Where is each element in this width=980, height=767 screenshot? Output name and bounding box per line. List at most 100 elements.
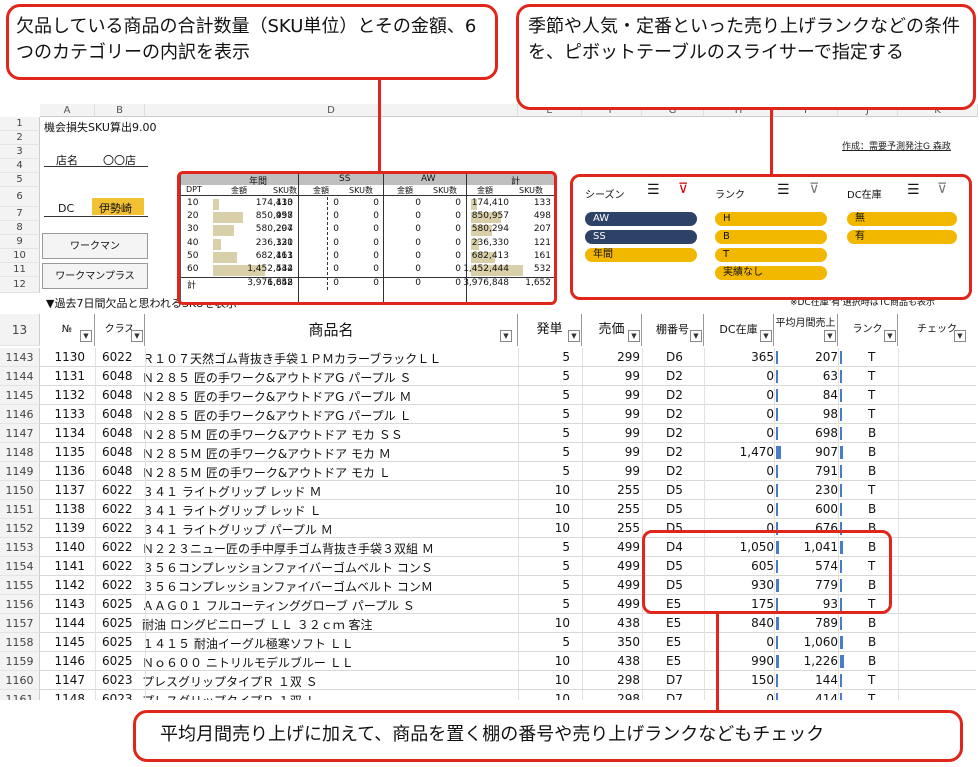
table-row[interactable]: 1133 6048 Ｎ２８５ 匠の手ワーク&アウトドアG パープル Ｌ 5 99 D2 0 9… <box>40 405 976 424</box>
row-number[interactable]: 2 <box>0 131 40 145</box>
row-cell-no: 1146 <box>54 654 85 668</box>
column-header-d[interactable]: D <box>145 104 518 117</box>
row-cell-name: Ｎ２８５Ｍ 匠の手ワーク&アウトドア モカ Ｍ <box>142 447 391 461</box>
row-cell-no: 1140 <box>54 540 85 554</box>
dc-stock-bar <box>776 427 778 440</box>
row-cell-ord: 5 <box>562 445 570 459</box>
filter-dropdown-icon[interactable]: ▼ <box>131 330 143 342</box>
filter-dropdown-icon[interactable]: ▼ <box>568 330 580 342</box>
row-number[interactable]: 7 <box>0 207 40 221</box>
dc-underline <box>44 216 148 217</box>
row-cell-ord: 5 <box>562 369 570 383</box>
row-cell-cls: 6022 <box>102 559 133 573</box>
table-row[interactable]: 1148 6023 プレスグリップタイプＲ １双 Ｌ 10 298 D7 0 414 T <box>40 690 976 700</box>
row-cell-name: プレスグリップタイプＲ １双 Ｓ <box>142 675 318 689</box>
row-number[interactable]: 1145 <box>0 386 40 405</box>
filter-dropdown-icon[interactable]: ▼ <box>80 330 92 342</box>
row-cell-rank: B <box>868 635 877 649</box>
table-row[interactable]: 1131 6048 Ｎ２８５ 匠の手ワーク&アウトドアG パープル Ｓ 5 99 D2 0 6… <box>40 367 976 386</box>
workman-plus-button[interactable]: ワークマンプラス <box>42 263 148 289</box>
table-row[interactable]: 1132 6048 Ｎ２８５ 匠の手ワーク&アウトドアG パープル Ｍ 5 99 D2 0 8… <box>40 386 976 405</box>
row-cell-shelf: D7 <box>666 673 683 687</box>
row-number[interactable]: 1161 <box>0 690 40 700</box>
table-row[interactable]: 1147 6023 プレスグリップタイプＲ １双 Ｓ 10 298 D7 150 144 T <box>40 671 976 690</box>
column-header-b[interactable]: B <box>95 104 145 117</box>
row-number[interactable]: 1146 <box>0 405 40 424</box>
row-cell-no: 1143 <box>54 597 85 611</box>
row-number[interactable]: 1152 <box>0 519 40 538</box>
row-cell-shelf: D2 <box>666 388 683 402</box>
row-number[interactable]: 10 <box>0 249 40 263</box>
avg-sales-bar <box>840 617 843 630</box>
row-number[interactable]: 1160 <box>0 671 40 690</box>
row-number[interactable]: 1147 <box>0 424 40 443</box>
row-cell-no: 1141 <box>54 559 85 573</box>
row-number[interactable]: 1151 <box>0 500 40 519</box>
row-number[interactable]: 12 <box>0 277 40 293</box>
row-number[interactable]: 1158 <box>0 633 40 652</box>
filter-dropdown-icon[interactable]: ▼ <box>500 330 512 342</box>
row-number[interactable]: 1155 <box>0 576 40 595</box>
filter-dropdown-icon[interactable]: ▼ <box>760 330 772 342</box>
dc-stock-bar <box>776 693 778 700</box>
row-number[interactable]: 1156 <box>0 595 40 614</box>
table-row[interactable]: 1146 6025 Ｎｏ６００ ニトリルモデルブルー ＬＬ 10 438 E5 990 1,2… <box>40 652 976 671</box>
row-cell-name: Ｎ２８５Ｍ 匠の手ワーク&アウトドア モカ Ｌ <box>142 466 391 480</box>
dc-stock-bar <box>776 408 778 421</box>
table-row[interactable]: 1130 6022 Ｒ１０７天然ゴム背抜き手袋１ＰＭカラーブラックＬＬ 5 299 D6 3… <box>40 348 976 367</box>
highlight-columns <box>642 530 892 614</box>
row-number[interactable]: 1159 <box>0 652 40 671</box>
row-cell-cls: 6048 <box>102 388 133 402</box>
row-cell-cls: 6023 <box>102 692 133 700</box>
row-cell-shelf: D2 <box>666 426 683 440</box>
row-cell-shelf: E5 <box>666 654 682 668</box>
dc-stock-bar <box>776 674 778 687</box>
row-number[interactable]: 8 <box>0 221 40 235</box>
row-cell-avg: 1,226 <box>803 654 838 668</box>
row-number[interactable]: 4 <box>0 159 40 173</box>
filter-dropdown-icon[interactable]: ▼ <box>884 330 896 342</box>
row-number[interactable]: 1157 <box>0 614 40 633</box>
table-row[interactable]: 1137 6022 ３４１ ライトグリップ レッド Ｍ 10 255 D5 0 230 T <box>40 481 976 500</box>
row-cell-no: 1147 <box>54 673 85 687</box>
row-cell-no: 1145 <box>54 635 85 649</box>
row-number[interactable]: 11 <box>0 263 40 277</box>
row-cell-ord: 5 <box>562 540 570 554</box>
row-number[interactable]: 1144 <box>0 367 40 386</box>
row-number[interactable]: 1 <box>0 117 40 131</box>
row-cell-ord: 10 <box>554 521 570 535</box>
row-number[interactable]: 1149 <box>0 462 40 481</box>
avg-sales-bar <box>840 484 842 497</box>
table-row[interactable]: 1138 6022 ３４１ ライトグリップ レッド Ｌ 10 255 D5 0 600 B <box>40 500 976 519</box>
filter-dropdown-icon[interactable]: ▼ <box>824 330 836 342</box>
row-number[interactable]: 13 <box>0 314 40 346</box>
row-number[interactable]: 9 <box>0 235 40 249</box>
filter-dropdown-icon[interactable]: ▼ <box>954 330 966 342</box>
filter-dropdown-icon[interactable]: ▼ <box>628 330 640 342</box>
row-cell-ord: 5 <box>562 597 570 611</box>
row-cell-ord: 5 <box>562 464 570 478</box>
row-cell-dc: 0 <box>766 407 774 421</box>
avg-sales-bar <box>840 351 842 364</box>
table-row[interactable]: 1136 6048 Ｎ２８５Ｍ 匠の手ワーク&アウトドア モカ Ｌ 5 99 D2 0 791… <box>40 462 976 481</box>
row-number[interactable]: 5 <box>0 173 40 187</box>
dc-stock-bar <box>776 503 778 516</box>
row-number[interactable]: 6 <box>0 187 40 207</box>
column-header-a[interactable]: A <box>40 104 95 117</box>
row-number[interactable]: 1154 <box>0 557 40 576</box>
row-number[interactable]: 1150 <box>0 481 40 500</box>
workman-button[interactable]: ワークマン <box>42 233 148 259</box>
row-cell-price: 99 <box>624 445 640 459</box>
table-row[interactable]: 1144 6025 耐油 ロングビニローブ ＬＬ ３２ｃｍ 客注 10 438 E5 840… <box>40 614 976 633</box>
dc-stock-bar <box>776 446 781 459</box>
table-row[interactable]: 1135 6048 Ｎ２８５Ｍ 匠の手ワーク&アウトドア モカ Ｍ 5 99 D2 1,47… <box>40 443 976 462</box>
row-number[interactable]: 3 <box>0 145 40 159</box>
row-number[interactable]: 1148 <box>0 443 40 462</box>
row-number[interactable]: 1153 <box>0 538 40 557</box>
row-number[interactable]: 1143 <box>0 348 40 367</box>
table-row[interactable]: 1134 6048 Ｎ２８５Ｍ 匠の手ワーク&アウトドア モカ ＳＳ 5 99 D2 0 69… <box>40 424 976 443</box>
row-cell-rank: T <box>868 483 876 497</box>
filter-dropdown-icon[interactable]: ▼ <box>690 330 702 342</box>
table-row[interactable]: 1145 6025 １４１５ 耐油イーグル極寒ソフト ＬＬ 5 350 E5 0 1,060 B <box>40 633 976 652</box>
row-cell-name: １４１５ 耐油イーグル極寒ソフト ＬＬ <box>142 637 354 651</box>
